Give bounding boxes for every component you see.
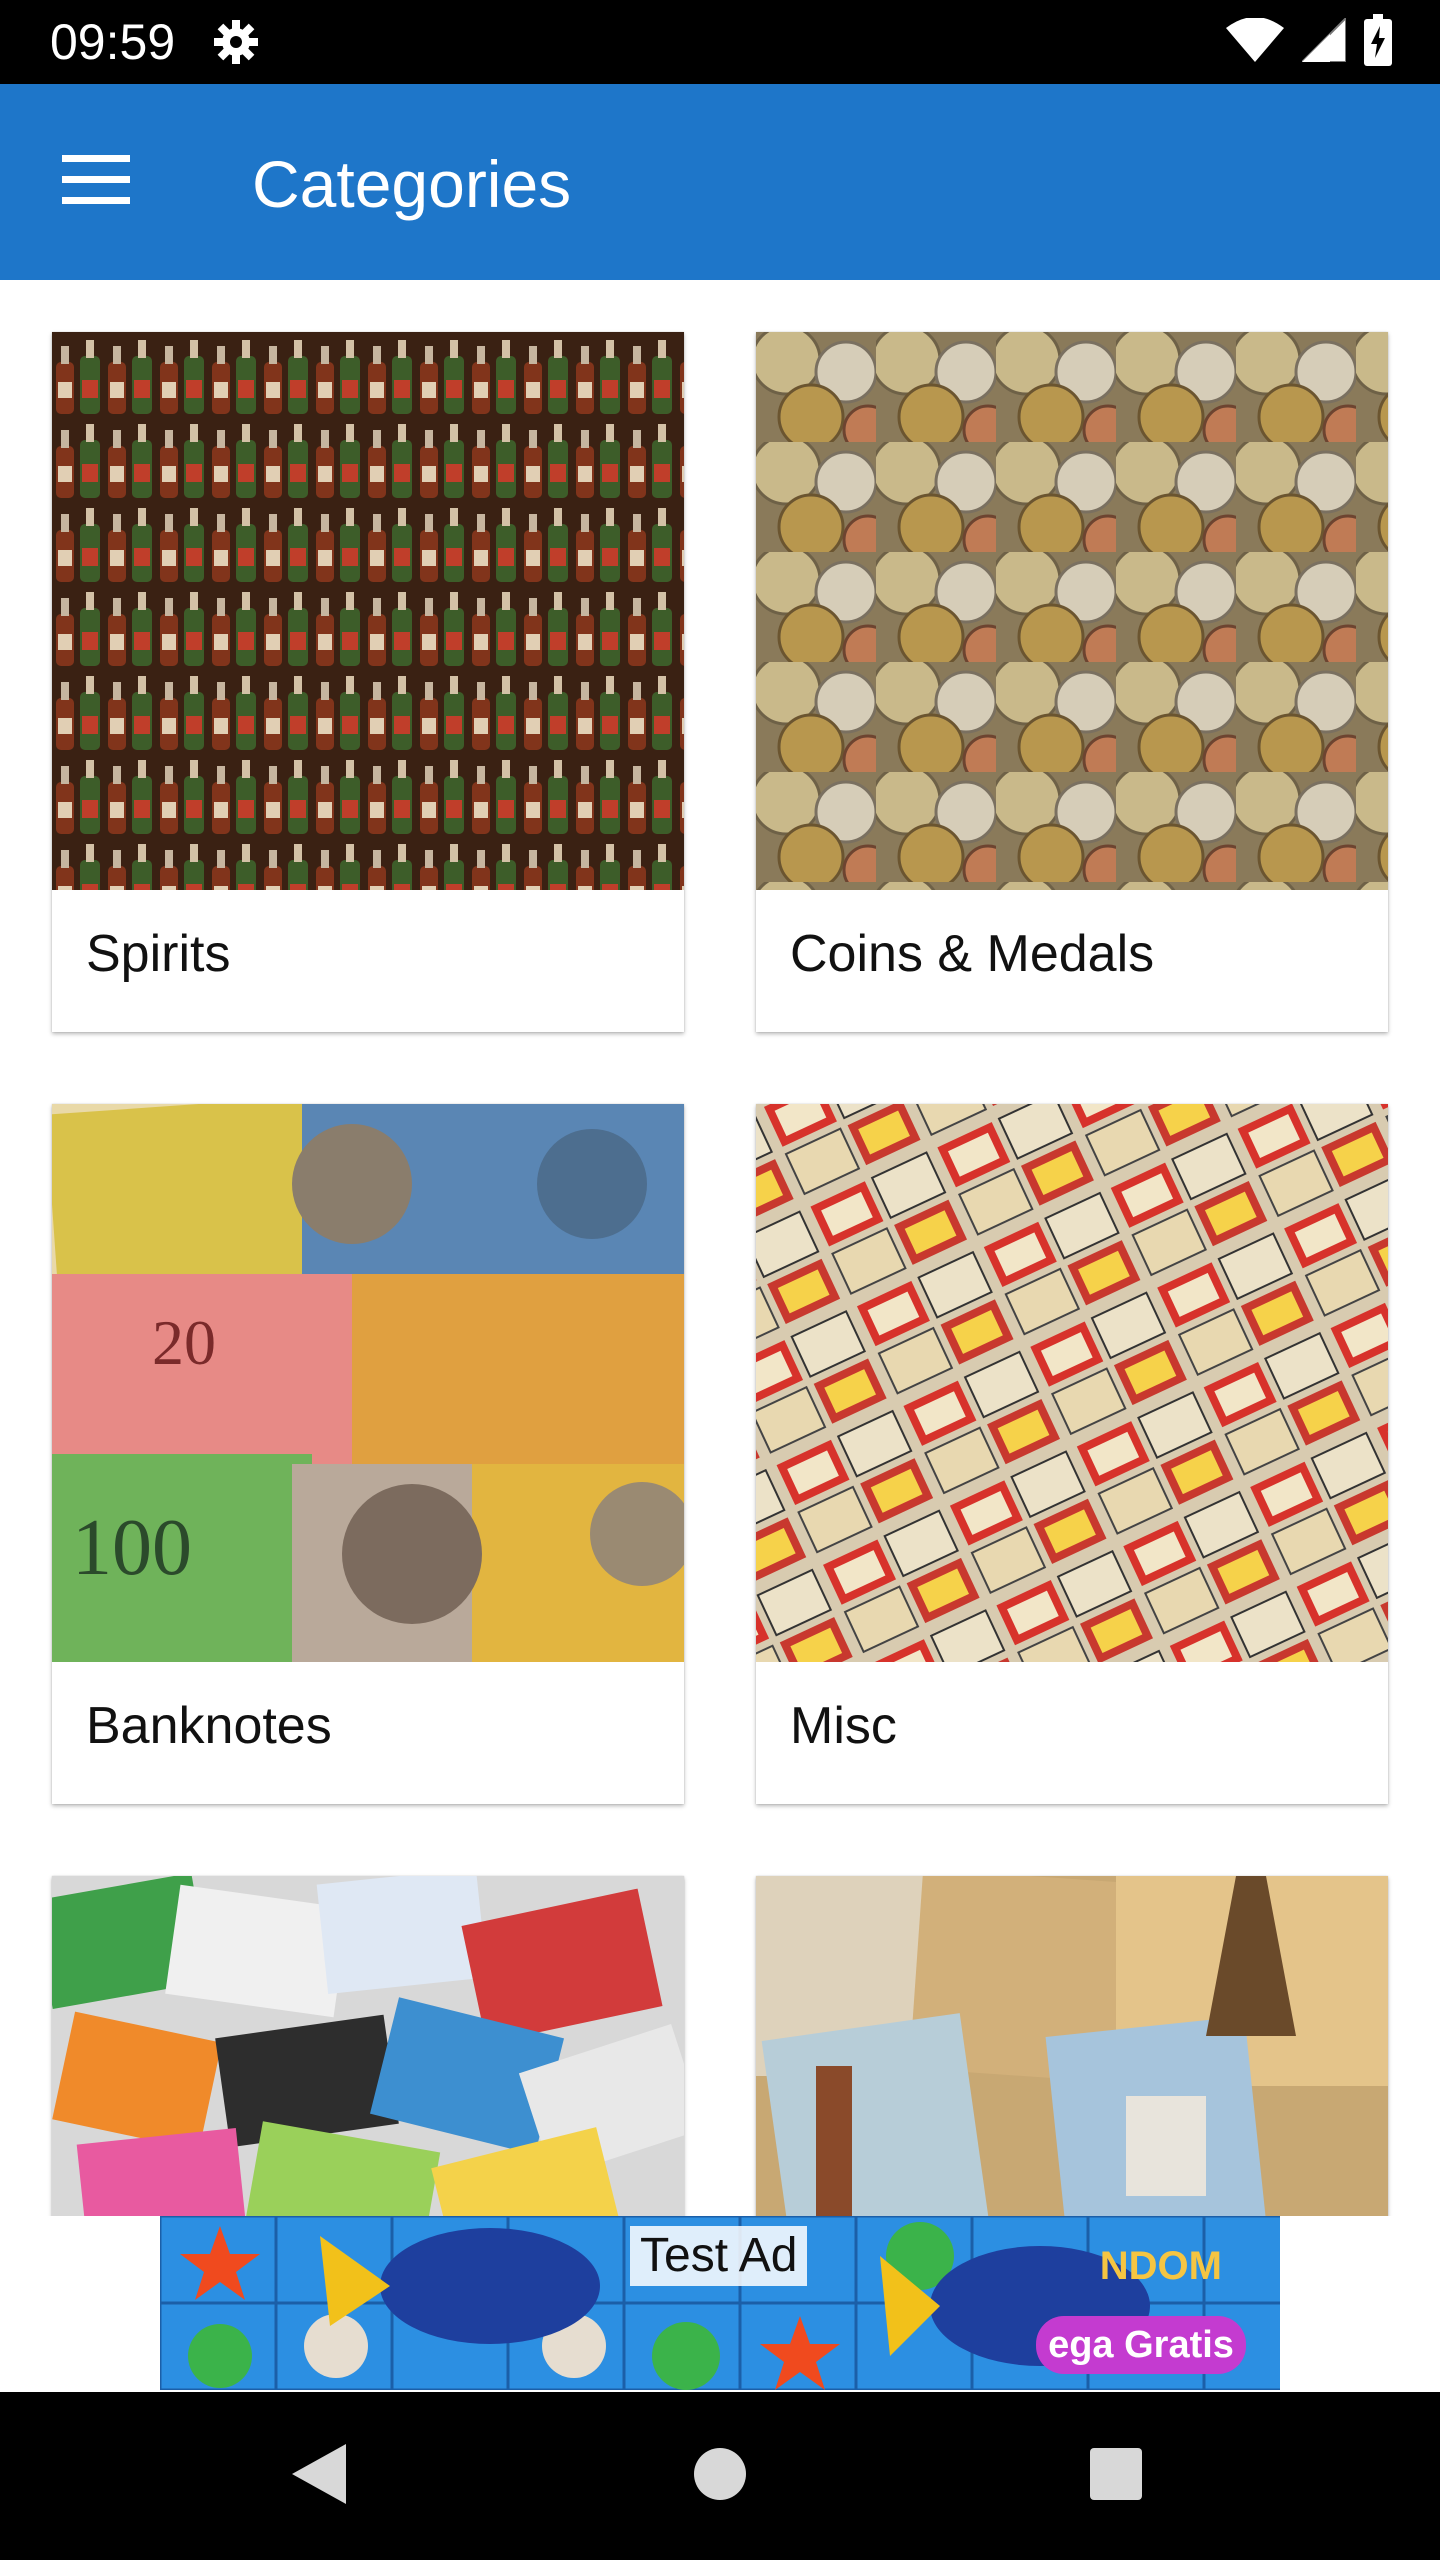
wifi-icon xyxy=(1226,16,1284,67)
bottles-photo xyxy=(52,332,684,890)
category-label: Banknotes xyxy=(86,1697,332,1755)
ad-banner-word: NDOM xyxy=(1099,2244,1222,2288)
svg-text:20: 20 xyxy=(152,1307,216,1378)
gear-icon xyxy=(212,18,260,66)
phonecards-photo xyxy=(52,1876,684,2216)
category-card-coins-medals[interactable]: Coins & Medals xyxy=(756,332,1388,1032)
ad-banner[interactable]: Test Ad NDOM ega Gratis xyxy=(160,2216,1280,2390)
recents-button[interactable] xyxy=(1074,2434,1158,2518)
svg-text:100: 100 xyxy=(72,1504,192,1592)
banknotes-photo: 100 20 xyxy=(52,1104,684,1662)
signal-icon xyxy=(1299,15,1347,67)
category-label: Spirits xyxy=(86,925,231,983)
status-bar: 09:59 xyxy=(0,0,1440,84)
back-button[interactable] xyxy=(276,2434,360,2518)
status-time: 09:59 xyxy=(50,14,176,70)
hamburger-menu-icon xyxy=(62,154,130,210)
category-card-postcards[interactable] xyxy=(756,1876,1388,2216)
home-button[interactable] xyxy=(678,2434,762,2518)
recents-icon xyxy=(1088,2446,1144,2507)
category-card-spirits[interactable]: Spirits xyxy=(52,332,684,1032)
category-label: Coins & Medals xyxy=(790,925,1155,983)
menu-button[interactable] xyxy=(44,130,148,234)
coins-photo xyxy=(756,332,1388,890)
ad-cta-button[interactable]: ega Gratis xyxy=(1036,2316,1246,2374)
app-bar: Categories xyxy=(0,84,1440,280)
category-grid: Spirits Coins & Medals 100 20 Banknotes … xyxy=(0,280,1440,2216)
back-icon xyxy=(288,2442,348,2511)
matchboxes-photo xyxy=(756,1104,1388,1662)
home-icon xyxy=(692,2446,748,2507)
category-card-misc[interactable]: Misc xyxy=(756,1104,1388,1804)
category-label: Misc xyxy=(790,1697,897,1755)
battery-icon xyxy=(1364,13,1392,71)
category-card-phonecards[interactable] xyxy=(52,1876,684,2216)
navigation-bar xyxy=(0,2392,1440,2560)
page-title: Categories xyxy=(252,147,572,221)
ad-label: Test Ad xyxy=(630,2226,808,2286)
category-card-banknotes[interactable]: 100 20 Banknotes xyxy=(52,1104,684,1804)
postcards-photo xyxy=(756,1876,1388,2216)
